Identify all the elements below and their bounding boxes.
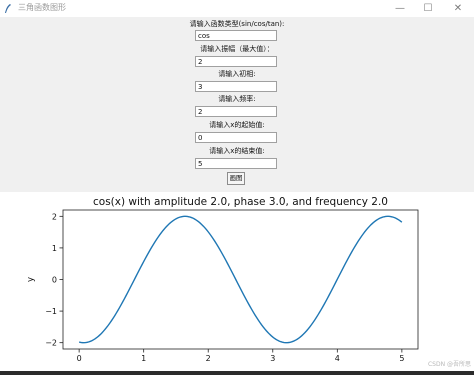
y-axis-label: y [26, 277, 36, 282]
minimize-button[interactable]: — [386, 0, 414, 17]
y-tick-label: 0 [52, 276, 57, 285]
y-tick-label: −2 [45, 339, 57, 348]
y-tick-label: −1 [45, 307, 57, 316]
app-window: 三角函数图形 — ☐ ✕ 请输入函数类型(sin/cos/tan): cos 请… [0, 0, 474, 371]
function-type-input[interactable]: cos [195, 30, 277, 41]
y-tick-label: 2 [52, 212, 57, 221]
watermark: CSDN @吾所思 [427, 361, 471, 368]
frequency-label: 请输入频率: [218, 95, 256, 103]
amplitude-label: 请输入振幅（最大值）： [200, 45, 274, 53]
frequency-input[interactable]: 2 [195, 106, 277, 117]
amplitude-input[interactable]: 2 [195, 56, 277, 67]
chart: cos(x) with amplitude 2.0, phase 3.0, an… [26, 196, 419, 363]
y-tick-label: 1 [52, 244, 57, 253]
x-end-label: 请输入x的结束值: [209, 147, 265, 155]
x-tick-label: 2 [206, 354, 211, 363]
feather-icon [5, 4, 11, 13]
maximize-button[interactable]: ☐ [414, 0, 442, 17]
x-tick-label: 0 [77, 354, 82, 363]
phase-input[interactable]: 3 [195, 81, 277, 92]
title-bar: 三角函数图形 — ☐ ✕ [0, 0, 474, 17]
plot-area: cos(x) with amplitude 2.0, phase 3.0, an… [0, 192, 474, 371]
x-tick-label: 4 [335, 354, 340, 363]
close-button[interactable]: ✕ [444, 0, 472, 17]
x-tick-label: 1 [141, 354, 146, 363]
phase-label: 请输入初相: [218, 70, 256, 78]
x-start-input[interactable]: 0 [195, 132, 277, 143]
x-tick-label: 3 [270, 354, 275, 363]
input-form: 请输入函数类型(sin/cos/tan): cos 请输入振幅（最大值）： 2 … [0, 17, 474, 192]
series-line [78, 215, 403, 344]
function-type-label: 请输入函数类型(sin/cos/tan): [189, 20, 285, 28]
chart-title: cos(x) with amplitude 2.0, phase 3.0, an… [93, 196, 388, 208]
draw-button[interactable]: 画图 [227, 172, 245, 185]
x-start-label: 请输入x的起始值: [209, 121, 265, 129]
x-end-input[interactable]: 5 [195, 158, 277, 169]
x-tick-label: 5 [399, 354, 404, 363]
window-title: 三角函数图形 [18, 3, 66, 12]
